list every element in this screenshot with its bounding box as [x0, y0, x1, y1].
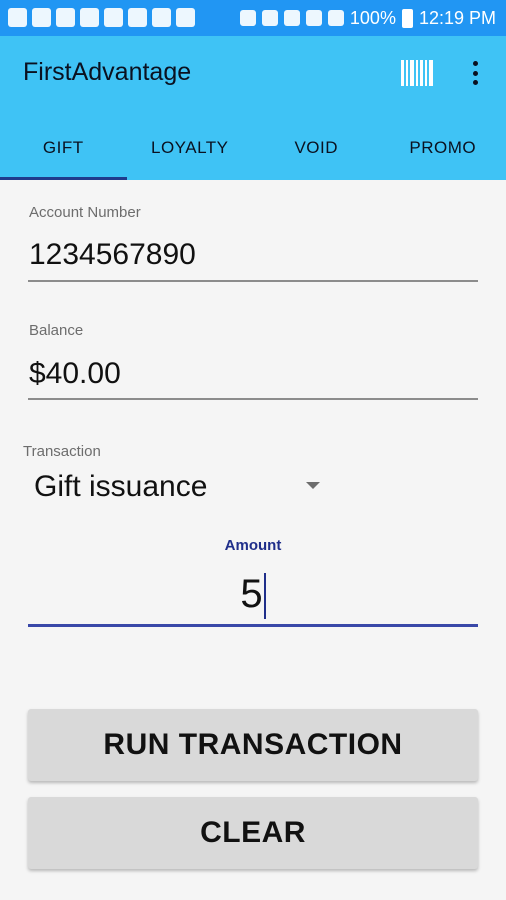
overflow-dot	[472, 61, 478, 66]
transaction-select[interactable]: Gift issuance	[22, 464, 322, 510]
amount-label: Amount	[224, 537, 282, 554]
system-status: 100% 12:19 PM	[239, 0, 496, 36]
usb-icon	[128, 8, 147, 27]
alarm-icon	[283, 10, 300, 26]
outlook-icon	[176, 8, 195, 27]
mute-icon	[261, 10, 278, 26]
transaction-label: Transaction	[23, 443, 101, 460]
overflow-menu-icon[interactable]	[465, 58, 485, 88]
outlook-icon	[80, 8, 99, 27]
barcode-icon[interactable]	[401, 60, 433, 86]
balance-field[interactable]: $40.00	[29, 357, 121, 391]
clock: 12:19 PM	[418, 7, 496, 28]
balance-underline	[28, 398, 478, 400]
battery-percent: 100%	[349, 7, 396, 28]
tab-promo[interactable]: PROMO	[380, 128, 506, 180]
transaction-selected-value: Gift issuance	[34, 470, 208, 503]
account-number-field[interactable]: 1234567890	[29, 238, 196, 272]
notification-icons	[8, 8, 195, 27]
tab-loyalty[interactable]: LOYALTY	[127, 128, 254, 180]
wifi-icon	[305, 10, 322, 26]
status-bar: 100% 12:19 PM	[0, 0, 506, 36]
overflow-dot	[472, 70, 478, 76]
balance-label: Balance	[29, 322, 84, 339]
tab-gift[interactable]: GIFT	[0, 128, 127, 180]
image-icon	[152, 8, 171, 27]
tab-void[interactable]: VOID	[253, 128, 380, 180]
tab-bar: GIFT LOYALTY VOID PROMO	[0, 128, 506, 180]
wifi-shield-icon	[56, 8, 75, 27]
amount-input[interactable]: 5	[28, 560, 478, 626]
lock-icon	[239, 10, 256, 26]
battery-icon	[401, 8, 413, 28]
amount-underline	[28, 624, 478, 627]
signal-icon	[327, 10, 344, 26]
amount-value: 5	[240, 572, 263, 616]
facebook-icon	[32, 8, 51, 27]
account-number-label: Account Number	[29, 204, 141, 221]
outlook-icon	[104, 8, 123, 27]
run-transaction-button[interactable]: RUN TRANSACTION	[28, 709, 478, 781]
amount-value-wrap: 5	[28, 572, 478, 620]
overflow-dot	[472, 80, 478, 85]
text-cursor	[263, 573, 266, 620]
app-bar: FirstAdvantage GIFT LOYALTY VOID PROMO	[0, 36, 506, 180]
app-title: FirstAdvantage	[23, 58, 192, 86]
dropdown-arrow-icon	[306, 482, 320, 489]
chat-icon	[8, 8, 27, 27]
clear-button[interactable]: CLEAR	[28, 797, 478, 869]
account-number-underline	[28, 280, 478, 282]
